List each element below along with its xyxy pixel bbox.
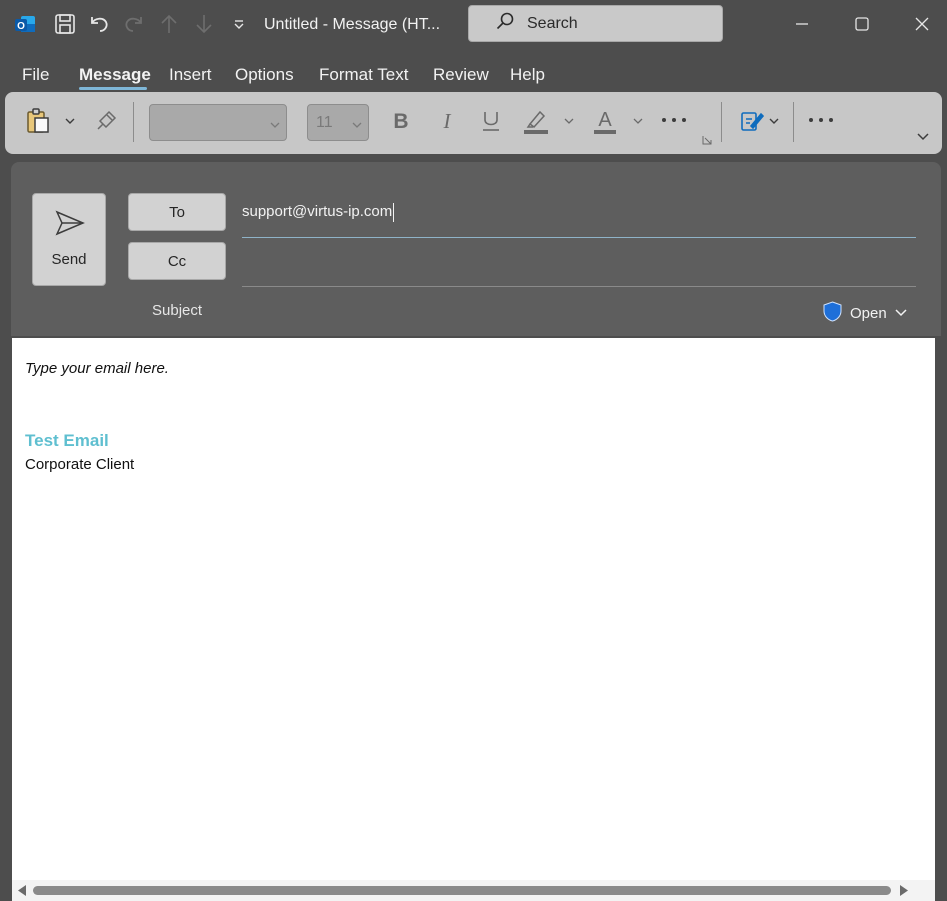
ribbon-separator <box>133 102 134 142</box>
search-placeholder: Search <box>527 14 578 32</box>
more-commands-icon[interactable] <box>807 108 835 132</box>
font-size-dropdown[interactable]: 11 <box>307 104 369 141</box>
arrow-up-icon <box>157 12 181 36</box>
tab-review[interactable]: Review <box>433 65 489 85</box>
message-body[interactable]: Type your email here. Test Email Corpora… <box>12 338 935 901</box>
signature-name: Test Email <box>25 431 109 450</box>
font-family-dropdown[interactable] <box>149 104 287 141</box>
to-field-underline <box>242 237 916 238</box>
font-color-icon[interactable]: A <box>591 106 619 136</box>
svg-text:O: O <box>17 21 25 32</box>
tab-message[interactable]: Message <box>79 65 151 85</box>
send-label: Send <box>51 251 87 268</box>
search-icon <box>495 11 515 36</box>
chevron-down-icon <box>270 117 280 135</box>
subject-label: Subject <box>152 302 203 319</box>
font-color-dropdown-icon[interactable] <box>631 114 645 128</box>
bold-icon[interactable]: B <box>387 106 415 136</box>
chevron-down-icon <box>895 305 907 322</box>
ribbon-separator <box>721 102 722 142</box>
tab-file[interactable]: File <box>22 65 49 85</box>
outlook-app-icon: O <box>14 13 36 35</box>
tab-options[interactable]: Options <box>235 65 294 85</box>
editor-dropdown-icon[interactable] <box>767 114 781 128</box>
svg-text:A: A <box>598 109 612 131</box>
paste-dropdown-icon[interactable] <box>63 114 77 128</box>
body-placeholder-text: Type your email here. <box>25 360 169 377</box>
highlight-icon[interactable] <box>521 106 551 136</box>
cc-button[interactable]: Cc <box>128 242 226 280</box>
text-cursor <box>393 203 394 222</box>
active-tab-indicator <box>79 87 147 90</box>
save-icon[interactable] <box>53 12 77 36</box>
underline-icon[interactable] <box>477 106 505 136</box>
tab-insert[interactable]: Insert <box>169 65 212 85</box>
undo-icon[interactable] <box>87 12 111 36</box>
chevron-down-icon <box>352 117 362 135</box>
tab-format-text[interactable]: Format Text <box>319 65 408 85</box>
svg-text:I: I <box>443 110 452 132</box>
shield-icon <box>823 301 842 326</box>
cc-field[interactable] <box>242 286 916 287</box>
scrollbar-thumb[interactable] <box>33 886 891 895</box>
send-icon <box>55 210 85 241</box>
minimize-button[interactable] <box>790 12 814 36</box>
sensitivity-dropdown[interactable]: Open <box>823 301 907 326</box>
redo-icon <box>122 12 146 36</box>
paste-icon[interactable] <box>23 106 53 136</box>
maximize-button[interactable] <box>850 12 874 36</box>
font-size-value: 11 <box>316 114 333 131</box>
ribbon-toolbar: 11 B I A <box>5 92 942 154</box>
to-button[interactable]: To <box>128 193 226 231</box>
format-painter-icon[interactable] <box>93 108 119 134</box>
customize-quick-access-icon[interactable] <box>227 12 251 36</box>
signature-company: Corporate Client <box>25 456 135 473</box>
more-formatting-icon[interactable] <box>660 108 688 132</box>
horizontal-scrollbar[interactable] <box>12 880 935 901</box>
close-button[interactable] <box>910 12 934 36</box>
editor-icon[interactable] <box>737 106 767 136</box>
search-box[interactable]: Search <box>468 5 723 42</box>
window-title: Untitled - Message (HT... <box>264 16 441 33</box>
ribbon-separator <box>793 102 794 142</box>
sensitivity-label: Open <box>850 305 887 322</box>
highlight-dropdown-icon[interactable] <box>562 114 576 128</box>
scroll-left-icon[interactable] <box>17 885 28 896</box>
arrow-down-icon <box>192 12 216 36</box>
scroll-right-icon[interactable] <box>898 885 909 896</box>
title-bar: O Untitled - Message (HT... Search <box>0 0 947 48</box>
ribbon-expand-icon[interactable] <box>915 128 931 144</box>
dialog-launcher-icon[interactable] <box>701 134 713 146</box>
svg-text:B: B <box>393 110 408 132</box>
to-field[interactable]: support@virtus-ip.com <box>242 203 392 220</box>
tab-help[interactable]: Help <box>510 65 545 85</box>
send-button[interactable]: Send <box>32 193 106 286</box>
italic-icon[interactable]: I <box>433 106 461 136</box>
